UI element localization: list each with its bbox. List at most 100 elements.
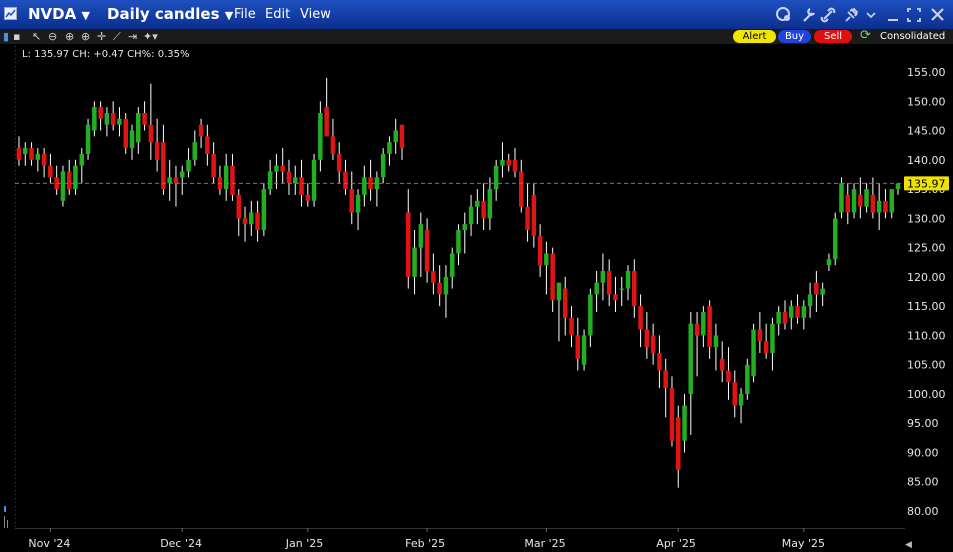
y-tick-label: 130.00 <box>907 212 946 225</box>
candle <box>60 165 66 207</box>
candle-body <box>638 306 643 330</box>
search-icon[interactable] <box>776 7 790 21</box>
y-tick-label: 95.00 <box>907 417 939 430</box>
candle-body <box>148 124 154 143</box>
candle-body <box>468 206 474 225</box>
candle-body <box>889 189 894 213</box>
candle-body <box>67 171 72 190</box>
candle <box>123 113 128 154</box>
candle-body <box>701 312 706 336</box>
link-icon[interactable] <box>820 7 836 23</box>
candle-body <box>167 177 172 184</box>
candle-body <box>550 253 555 301</box>
candle-body <box>719 358 725 371</box>
y-tick-label: 85.00 <box>907 476 939 489</box>
minimize-icon[interactable] <box>888 19 898 21</box>
route-label[interactable]: Consolidated <box>880 30 945 43</box>
candle-body <box>242 218 248 225</box>
candle-body <box>406 212 411 277</box>
candle-body <box>431 271 436 283</box>
candle-body <box>336 153 342 172</box>
candle-body <box>864 189 869 207</box>
candle-body <box>324 107 329 137</box>
menu-edit[interactable]: Edit <box>265 7 290 22</box>
candle-body <box>594 282 599 295</box>
candle-body <box>456 230 461 254</box>
zoom-out-icon[interactable]: ⊖ <box>48 30 57 43</box>
chevron-down-icon[interactable] <box>866 12 876 19</box>
x-tick-label: Jan '25 <box>285 537 323 550</box>
menu-view[interactable]: View <box>300 7 331 22</box>
candle-body <box>418 224 424 248</box>
pointer-icon[interactable]: ↖ <box>32 30 41 43</box>
candle-body <box>85 124 91 154</box>
candle-body <box>293 177 298 184</box>
candle-body <box>98 107 103 119</box>
candle-body <box>35 153 41 160</box>
pin-icon[interactable] <box>845 7 859 22</box>
candle-body <box>180 171 185 178</box>
crosshair-icon[interactable]: ✛ <box>97 30 106 43</box>
candle-body <box>789 306 794 318</box>
symbol-label: NVDA <box>28 5 77 23</box>
y-tick-label: 120.00 <box>907 271 946 284</box>
sell-button[interactable]: Sell <box>814 30 852 43</box>
candle-body <box>136 113 141 143</box>
candle-body <box>663 370 668 389</box>
bar-chart-icon[interactable]: ▮ <box>3 30 9 43</box>
info-icon[interactable]: ▪ <box>13 30 20 43</box>
candle-body <box>801 306 807 318</box>
chart-type-label: Daily candles <box>107 5 220 23</box>
candle-body <box>255 212 260 231</box>
alert-button[interactable]: Alert <box>733 30 776 43</box>
candle-body <box>223 165 229 190</box>
candle-body <box>380 153 386 178</box>
buy-button[interactable]: Buy <box>778 30 811 43</box>
maximize-icon[interactable] <box>907 8 921 22</box>
close-icon[interactable] <box>931 8 944 21</box>
settings-dropdown-icon[interactable]: ✦▾ <box>143 30 158 43</box>
window-title-bar: NVDA ▼ Daily candles ▼ File Edit View <box>0 0 953 30</box>
candle-body <box>525 206 530 230</box>
wrench-icon[interactable] <box>803 8 815 22</box>
candle-body <box>858 194 863 207</box>
zoom-icon[interactable]: ⊕ <box>81 30 90 43</box>
price-chart[interactable]: 80.00 85.00 90.00 95.00 100.00 105.00 110.00 11… <box>0 44 953 552</box>
candle-body <box>274 165 279 172</box>
y-tick-label: 155.00 <box>907 66 946 79</box>
zoom-in-icon[interactable]: ⊕ <box>65 30 74 43</box>
candle-body <box>657 353 662 371</box>
candle-body <box>713 335 719 348</box>
menu-file[interactable]: File <box>234 7 256 22</box>
candle-body <box>192 142 197 160</box>
scroll-right-icon[interactable]: ◀ <box>905 540 912 550</box>
candle-body <box>154 142 160 160</box>
x-tick-label: Dec '24 <box>160 537 202 550</box>
x-tick-label: Mar '25 <box>524 537 565 550</box>
candle-body <box>839 183 844 213</box>
candle-body <box>60 171 66 201</box>
candle-body <box>726 370 731 383</box>
candle-body <box>23 148 28 154</box>
candle-body <box>261 189 267 231</box>
chart-toolbar: ▮ ▪ ↖ ⊖ ⊕ ⊕ ✛ ⟋ ⇥ ✦▾ Alert Buy Sell ⟳ Co… <box>0 28 953 44</box>
candle-body <box>820 288 825 295</box>
candle-body <box>544 253 549 266</box>
candle-body <box>707 306 712 348</box>
candle <box>581 329 587 371</box>
candle-body <box>117 118 122 125</box>
x-tick-label: Nov '24 <box>28 537 70 550</box>
candle-body <box>399 124 405 149</box>
candle-body <box>613 294 618 301</box>
x-tick-label: Feb '25 <box>405 537 445 550</box>
candle-body <box>625 271 631 289</box>
candle-body <box>305 194 311 201</box>
chart-type-selector[interactable]: Daily candles ▼ <box>107 5 233 23</box>
symbol-selector[interactable]: NVDA ▼ <box>28 5 90 23</box>
y-tick-label: 90.00 <box>907 447 939 460</box>
scroll-icon[interactable]: ⇥ <box>128 30 137 43</box>
refresh-icon[interactable]: ⟳ <box>860 28 871 43</box>
candle-body <box>110 113 116 125</box>
draw-line-icon[interactable]: ⟋ <box>113 30 121 44</box>
candle-body <box>782 312 788 324</box>
